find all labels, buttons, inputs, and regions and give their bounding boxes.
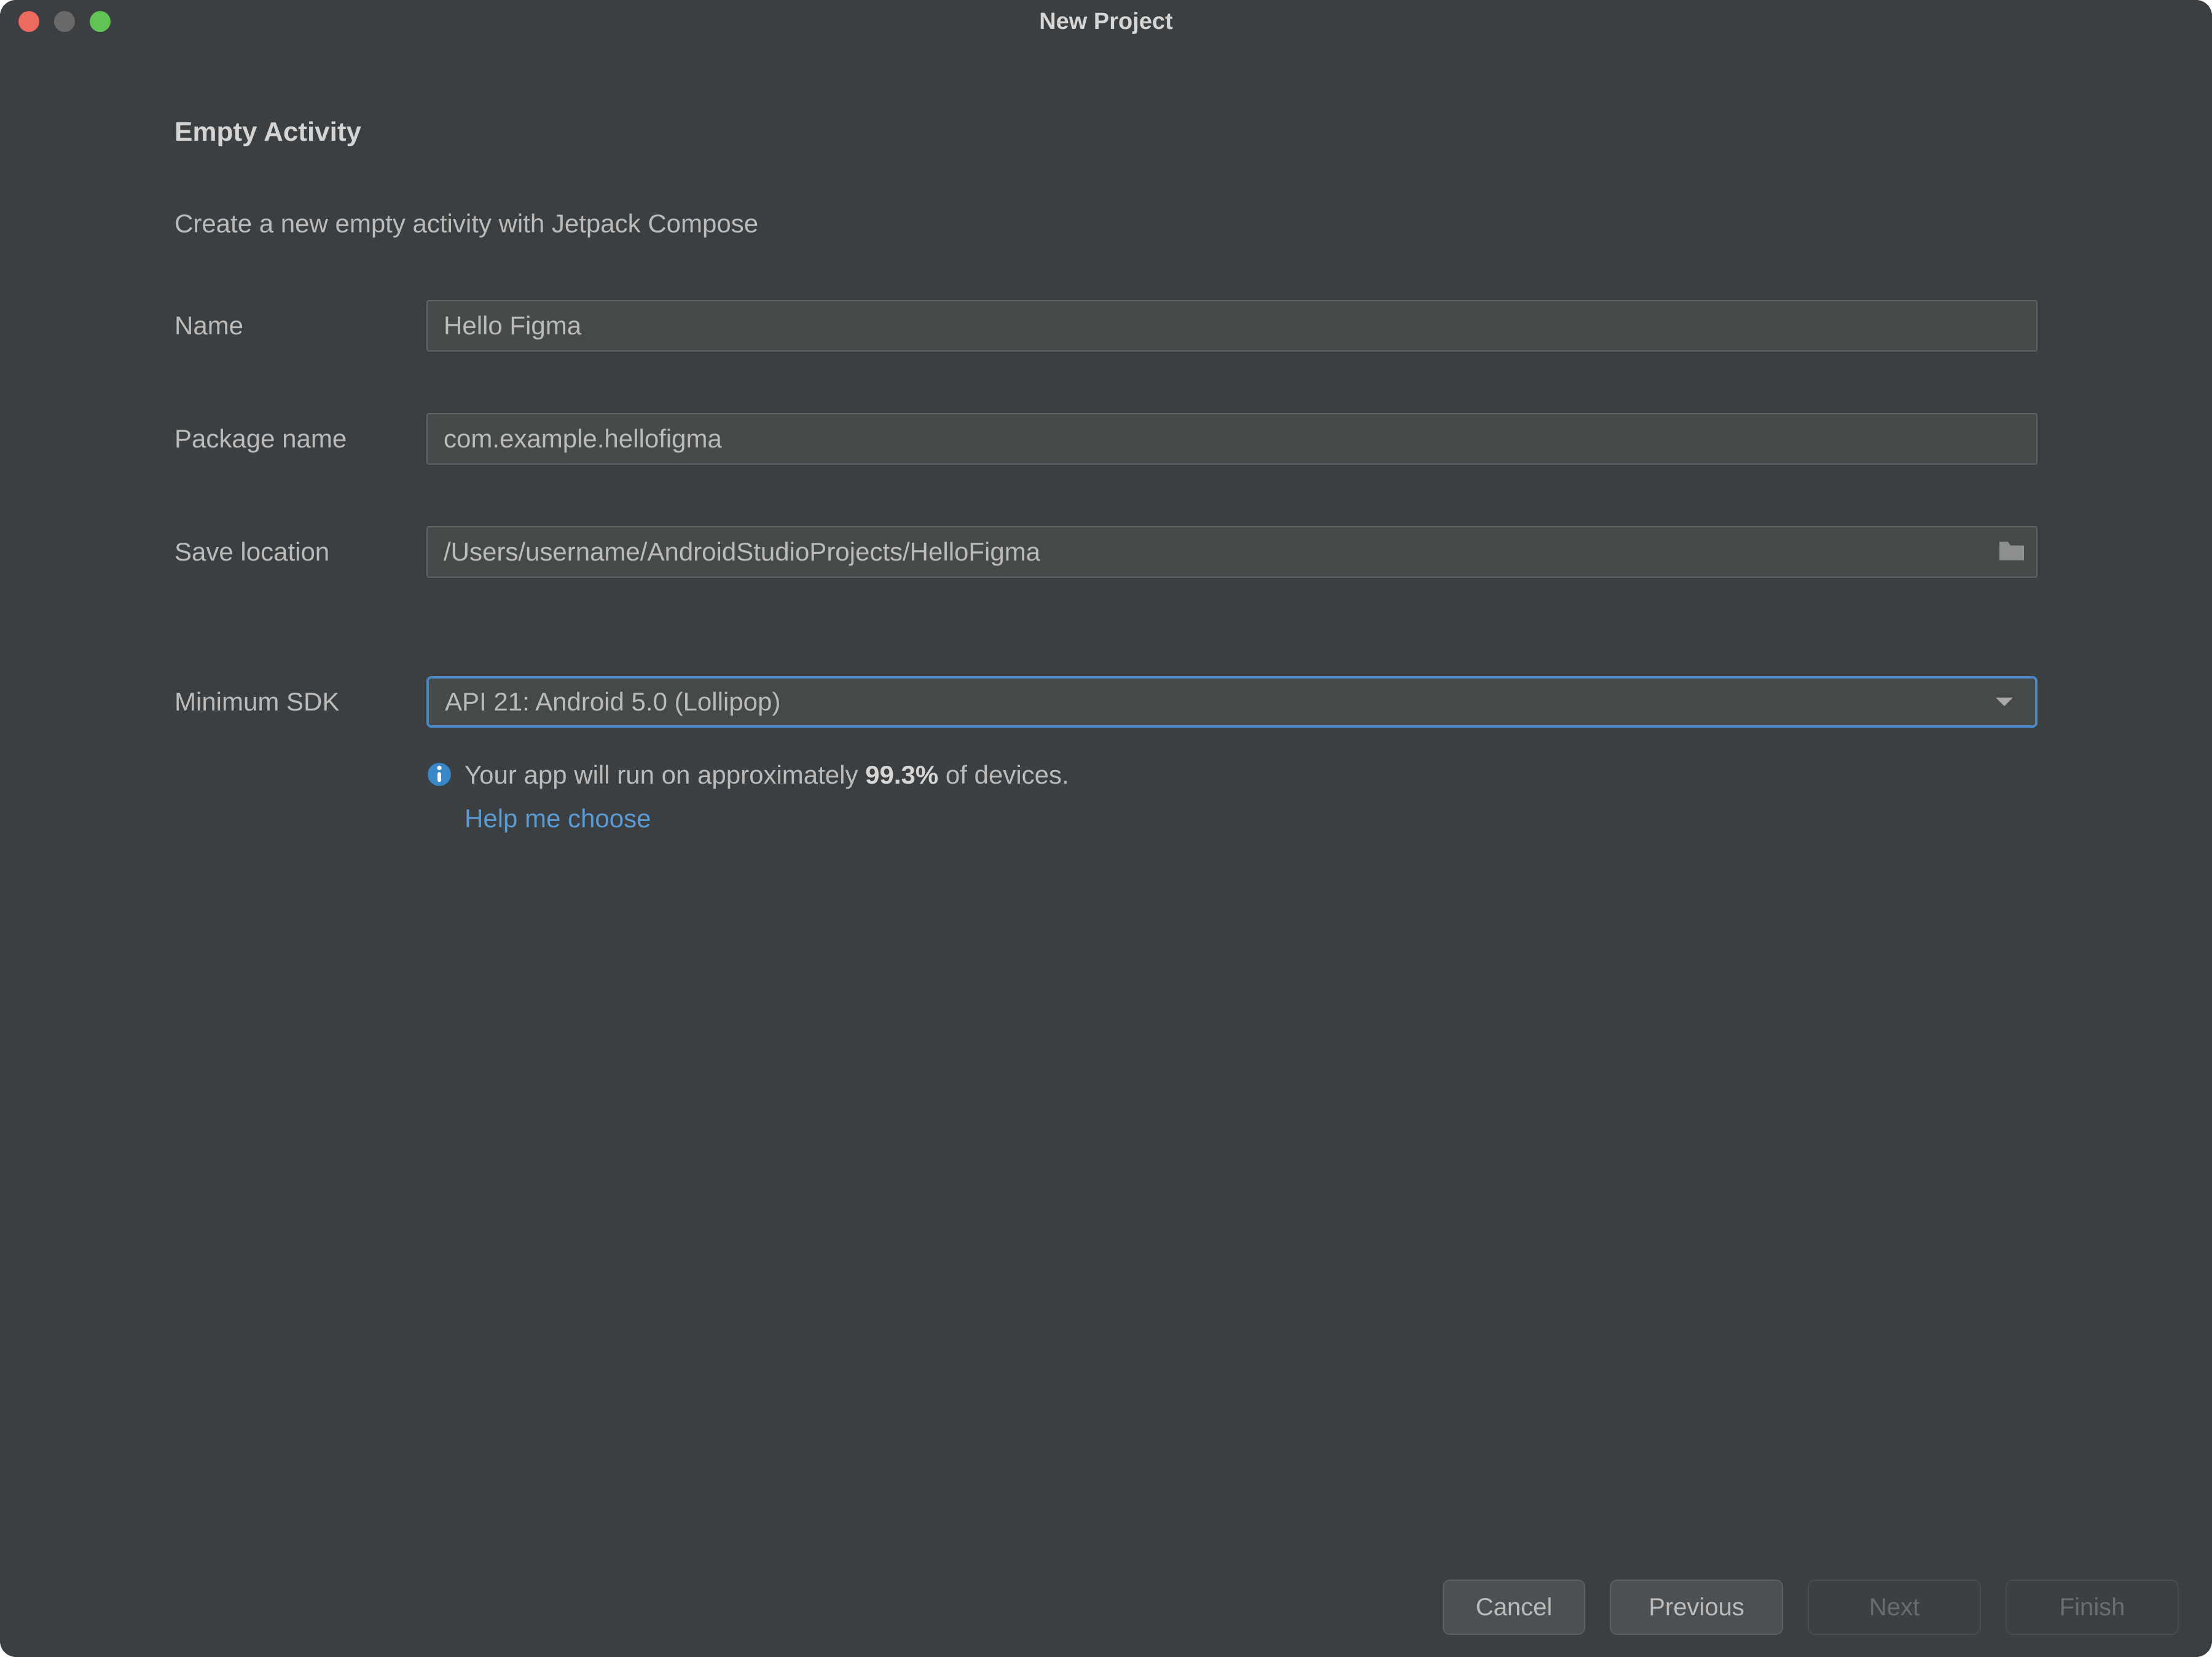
row-save-location: Save location: [175, 526, 2037, 578]
close-icon[interactable]: [18, 11, 39, 32]
chevron-down-icon: [1996, 698, 2013, 706]
titlebar: New Project: [0, 0, 2212, 43]
maximize-icon[interactable]: [90, 11, 111, 32]
help-me-choose-link[interactable]: Help me choose: [465, 798, 1069, 838]
minimum-sdk-select[interactable]: API 21: Android 5.0 (Lollipop): [426, 676, 2037, 728]
sdk-info-percent: 99.3%: [865, 760, 938, 789]
footer: Cancel Previous Next Finish: [0, 1571, 2212, 1657]
sdk-info-before: Your app will run on approximately: [465, 760, 865, 789]
label-name: Name: [175, 311, 426, 340]
sdk-info-after: of devices.: [938, 760, 1069, 789]
save-location-input[interactable]: [426, 526, 2037, 578]
sdk-info-text: Your app will run on approximately 99.3%…: [465, 755, 1069, 838]
row-package-name: Package name: [175, 413, 2037, 465]
finish-button[interactable]: Finish: [2006, 1580, 2179, 1635]
label-package-name: Package name: [175, 424, 426, 454]
previous-button[interactable]: Previous: [1610, 1580, 1783, 1635]
info-icon: [426, 758, 452, 798]
traffic-lights: [18, 11, 111, 32]
minimize-icon[interactable]: [54, 11, 75, 32]
name-input[interactable]: [426, 300, 2037, 352]
content-area: Empty Activity Create a new empty activi…: [0, 43, 2212, 1571]
page-heading: Empty Activity: [175, 117, 2037, 148]
minimum-sdk-value: API 21: Android 5.0 (Lollipop): [445, 687, 780, 717]
new-project-window: New Project Empty Activity Create a new …: [0, 0, 2212, 1657]
package-name-input[interactable]: [426, 413, 2037, 465]
window-title: New Project: [0, 9, 2212, 35]
row-name: Name: [175, 300, 2037, 352]
row-minimum-sdk: Minimum SDK API 21: Android 5.0 (Lollipo…: [175, 676, 2037, 728]
next-button[interactable]: Next: [1808, 1580, 1981, 1635]
page-subtitle: Create a new empty activity with Jetpack…: [175, 209, 2037, 238]
sdk-info: Your app will run on approximately 99.3%…: [426, 755, 2037, 838]
label-save-location: Save location: [175, 537, 426, 567]
cancel-button[interactable]: Cancel: [1443, 1580, 1585, 1635]
label-minimum-sdk: Minimum SDK: [175, 687, 426, 717]
folder-icon[interactable]: [1997, 538, 2026, 566]
